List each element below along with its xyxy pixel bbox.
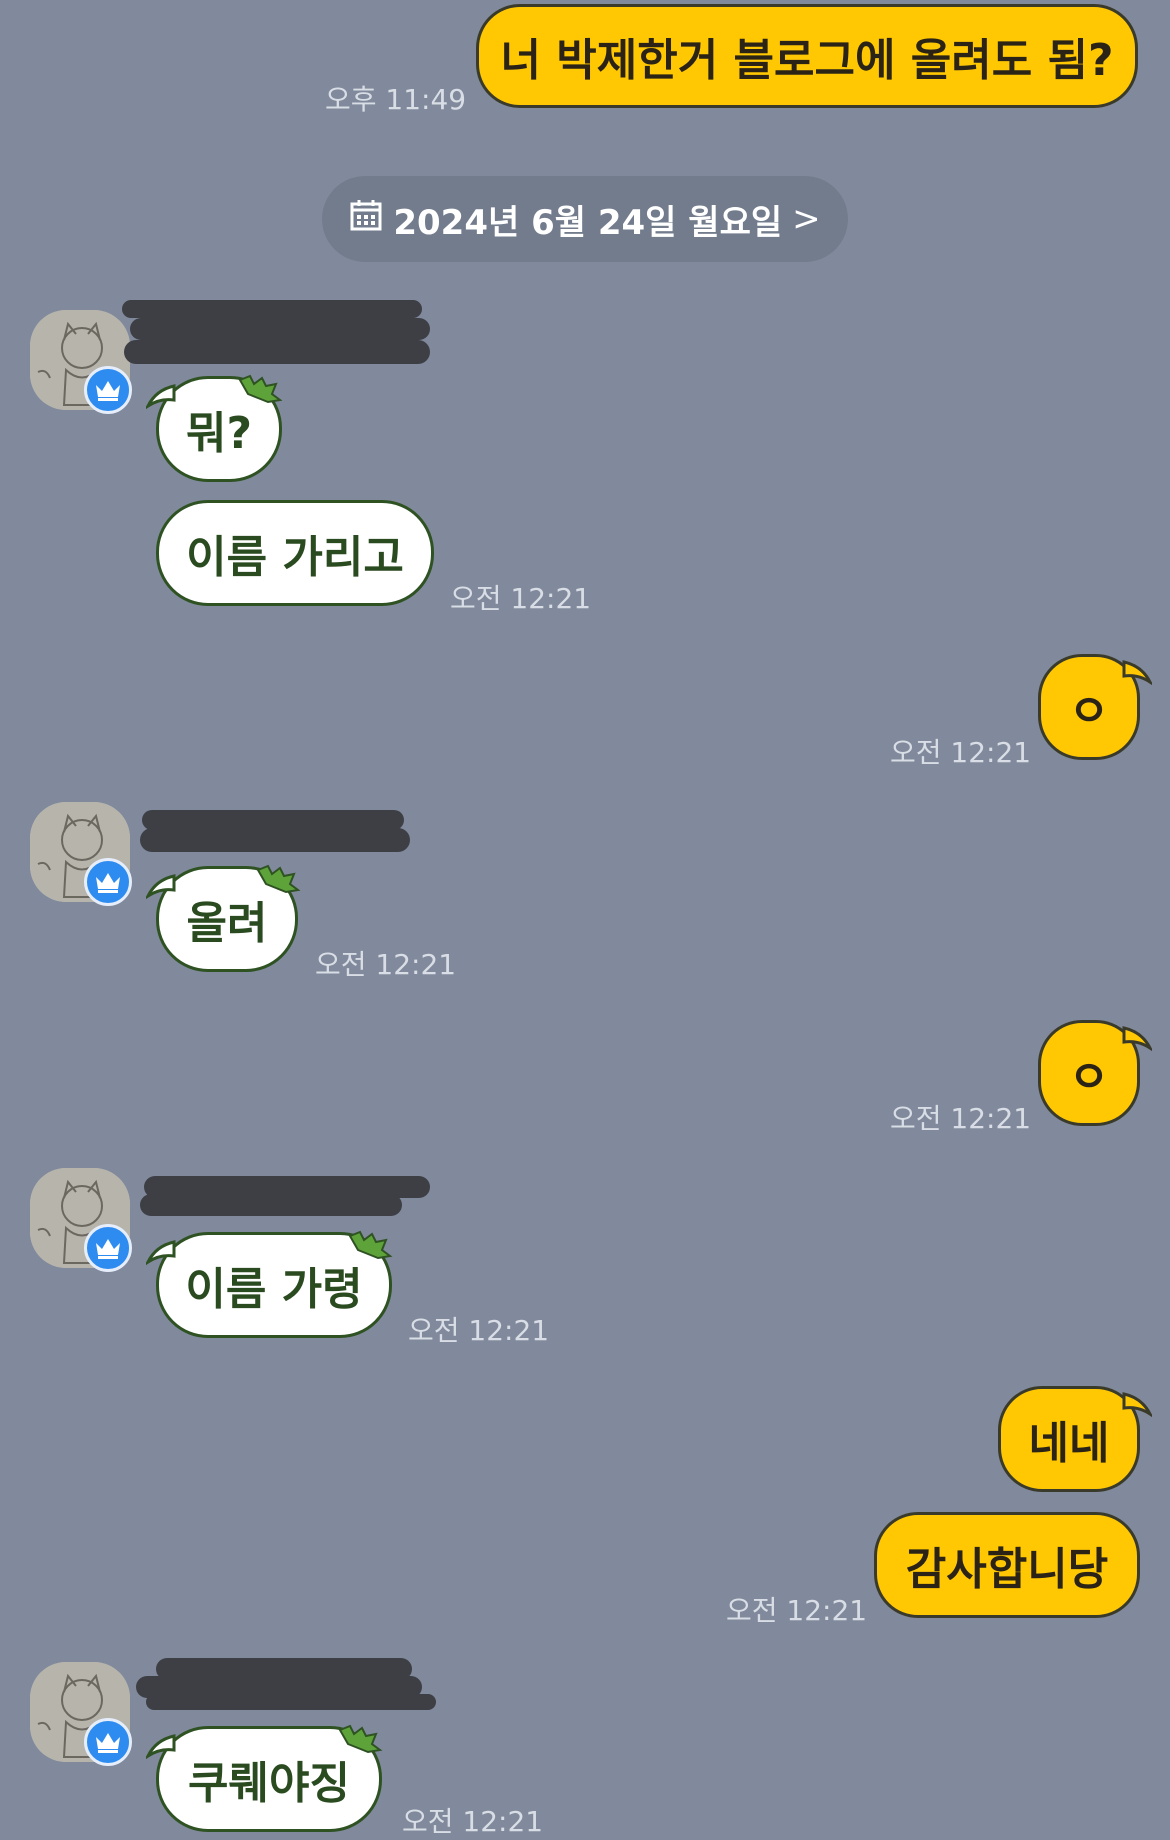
- message-time: 오전 12:21: [450, 582, 592, 615]
- message-time: 오전 12:21: [315, 948, 457, 981]
- bubble-tail: [146, 1734, 176, 1760]
- date-label: 2024년 6월 24일 월요일: [393, 202, 783, 243]
- message-time: 오전 12:21: [890, 1102, 1032, 1135]
- bubble-tail: [1122, 1392, 1152, 1418]
- message-time: 오전 12:21: [408, 1314, 550, 1347]
- bubble-tail: [146, 874, 176, 900]
- message-time: 오전 12:21: [726, 1594, 868, 1627]
- message-text: 이름 가리고: [186, 532, 404, 583]
- bubble-tail: [146, 1240, 176, 1266]
- redacted-name: [124, 340, 430, 364]
- redacted-name: [142, 810, 404, 830]
- message-text: 감사합니당: [905, 1544, 1109, 1595]
- my-message-bubble[interactable]: 너 박제한거 블로그에 올려도 됨?: [476, 4, 1138, 108]
- my-message-bubble[interactable]: 감사합니당: [874, 1512, 1140, 1618]
- message-text: 네네: [1028, 1418, 1110, 1469]
- my-message-bubble[interactable]: 네네: [998, 1386, 1140, 1492]
- leaf-decoration-icon: [256, 864, 301, 894]
- message-time: 오전 12:21: [402, 1805, 544, 1838]
- redacted-name: [140, 828, 410, 852]
- message-text: 너 박제한거 블로그에 올려도 됨?: [500, 35, 1114, 86]
- message-text: ㅇ: [1068, 686, 1110, 737]
- other-message-bubble[interactable]: 이름 가리고: [156, 500, 434, 606]
- crown-icon: [84, 1224, 132, 1272]
- chevron-right-icon: >: [792, 199, 821, 239]
- leaf-decoration-icon: [348, 1230, 393, 1260]
- message-text: 쿠뤠야징: [188, 1758, 350, 1809]
- date-separator[interactable]: 2024년 6월 24일 월요일 >: [322, 176, 848, 262]
- leaf-decoration-icon: [338, 1724, 383, 1754]
- crown-icon: [84, 858, 132, 906]
- message-time: 오후 11:49: [325, 83, 467, 116]
- leaf-decoration-icon: [238, 374, 283, 404]
- message-text: 이름 가령: [185, 1264, 363, 1315]
- bubble-tail: [146, 384, 176, 410]
- crown-icon: [84, 1718, 132, 1766]
- redacted-name: [146, 1694, 436, 1710]
- bubble-tail: [1122, 1026, 1152, 1052]
- redacted-name: [140, 1194, 402, 1216]
- bubble-tail: [1122, 660, 1152, 686]
- calendar-icon: [349, 198, 383, 241]
- redacted-name: [122, 300, 422, 318]
- message-time: 오전 12:21: [890, 736, 1032, 769]
- redacted-name: [130, 318, 430, 340]
- message-text: ㅇ: [1068, 1052, 1110, 1103]
- crown-icon: [84, 366, 132, 414]
